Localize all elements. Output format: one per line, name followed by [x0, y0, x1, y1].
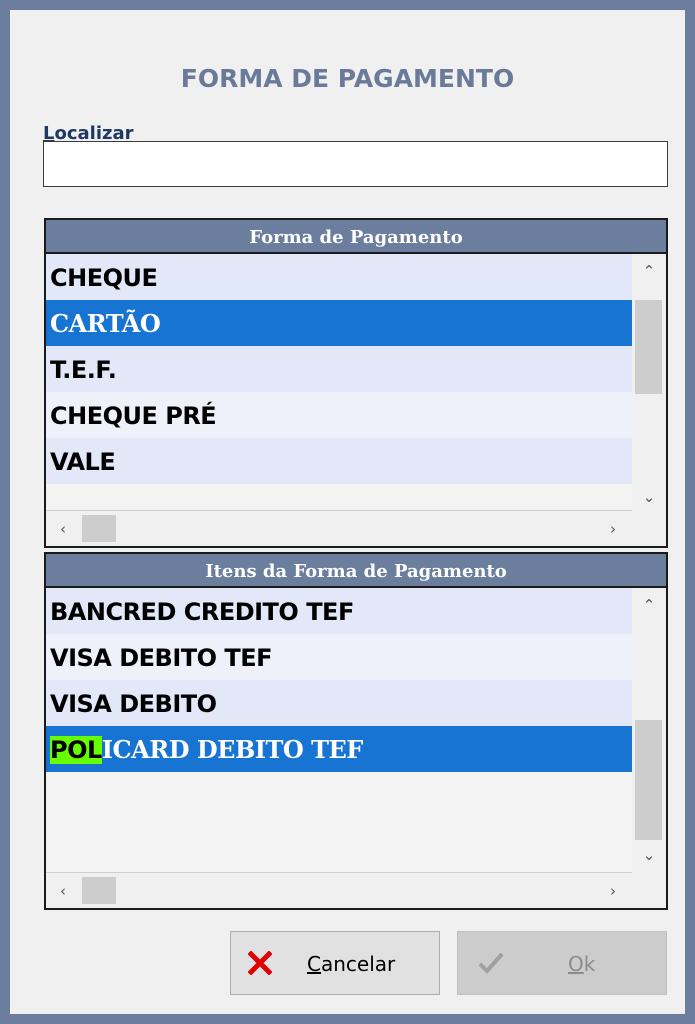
scroll-down-icon[interactable]: ⌄	[632, 480, 666, 514]
scroll-left-icon[interactable]: ‹	[48, 511, 78, 547]
cancel-accel: C	[307, 952, 321, 976]
check-icon	[476, 946, 506, 980]
payment-item-row[interactable]: VISA DEBITO	[46, 680, 632, 726]
scrollbar-thumb[interactable]	[635, 300, 662, 394]
cancel-label-rest: ancelar	[320, 952, 396, 976]
scroll-up-icon[interactable]: ⌃	[632, 588, 666, 622]
scroll-up-icon[interactable]: ⌃	[632, 254, 666, 288]
payment-method-row-selected[interactable]: CARTÃO	[46, 300, 632, 346]
payment-items-grid: Itens da Forma de Pagamento BANCRED CRED…	[44, 552, 668, 910]
scrollbar-thumb[interactable]	[635, 720, 662, 840]
cancel-button[interactable]: Cancelar	[230, 931, 440, 995]
scroll-right-icon[interactable]: ›	[598, 511, 628, 547]
payment-method-row[interactable]: CHEQUE PRÉ	[46, 392, 632, 438]
vertical-scrollbar[interactable]: ⌃ ⌄	[632, 588, 666, 872]
horizontal-scrollbar[interactable]: ‹ ›	[46, 872, 632, 908]
close-icon	[245, 946, 275, 980]
vertical-scrollbar[interactable]: ⌃ ⌄	[632, 254, 666, 514]
payment-item-row[interactable]: BANCRED CREDITO TEF	[46, 588, 632, 634]
ok-accel: O	[568, 952, 584, 976]
ok-button-label: Ok	[568, 952, 595, 976]
payment-method-list: CHEQUE CARTÃO T.E.F. CHEQUE PRÉ VALE	[46, 254, 632, 484]
payment-method-row[interactable]: VALE	[46, 438, 632, 484]
grid-header-payment-method: Forma de Pagamento	[46, 220, 666, 254]
payment-item-row-rest: ICARD DEBITO TEF	[101, 735, 364, 764]
payment-method-row[interactable]: T.E.F.	[46, 346, 632, 392]
scrollbar-corner	[632, 872, 666, 908]
ok-label-rest: k	[583, 952, 596, 976]
scrollbar-corner	[632, 510, 666, 546]
horizontal-scrollbar[interactable]: ‹ ›	[46, 510, 632, 546]
grid-header-payment-items: Itens da Forma de Pagamento	[46, 554, 666, 588]
cancel-button-label: Cancelar	[307, 952, 395, 976]
dialog-title: FORMA DE PAGAMENTO	[180, 64, 515, 93]
scroll-right-icon[interactable]: ›	[598, 873, 628, 909]
scrollbar-thumb[interactable]	[82, 515, 116, 542]
payment-dialog: FORMA DE PAGAMENTO Localizar Forma de Pa…	[10, 10, 685, 1014]
payment-item-row-selected[interactable]: POLICARD DEBITO TEF	[46, 726, 632, 772]
scrollbar-thumb[interactable]	[82, 877, 116, 904]
scroll-down-icon[interactable]: ⌄	[632, 838, 666, 872]
payment-items-list: BANCRED CREDITO TEF VISA DEBITO TEF VISA…	[46, 588, 632, 772]
ok-button[interactable]: Ok	[457, 931, 667, 995]
scroll-left-icon[interactable]: ‹	[48, 873, 78, 909]
search-match-highlight: POL	[50, 736, 102, 764]
search-input[interactable]	[43, 141, 668, 187]
payment-method-row[interactable]: CHEQUE	[46, 254, 632, 300]
payment-method-grid: Forma de Pagamento CHEQUE CARTÃO T.E.F. …	[44, 218, 668, 548]
payment-item-row[interactable]: VISA DEBITO TEF	[46, 634, 632, 680]
